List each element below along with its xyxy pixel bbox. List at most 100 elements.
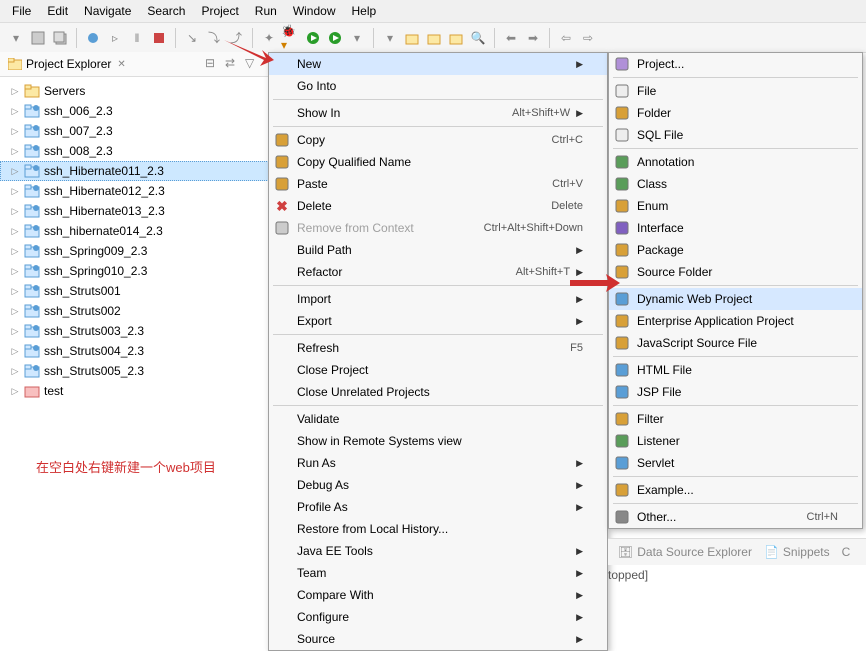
menu-item-copy-qualified-name[interactable]: Copy Qualified Name: [269, 151, 607, 173]
suspend-icon[interactable]: ‖: [127, 28, 147, 48]
tree-item-ssh-006-2-3[interactable]: ▷ssh_006_2.3: [0, 101, 269, 121]
menu-navigate[interactable]: Navigate: [78, 2, 137, 20]
menu-item-copy[interactable]: CopyCtrl+C: [269, 129, 607, 151]
menu-item-restore-from-local-history-[interactable]: Restore from Local History...: [269, 518, 607, 540]
menu-item-dynamic-web-project[interactable]: Dynamic Web Project: [609, 288, 862, 310]
expand-icon[interactable]: ▷: [10, 166, 20, 177]
menu-help[interactable]: Help: [346, 2, 383, 20]
menu-item-source[interactable]: Source▶: [269, 628, 607, 650]
tab-console[interactable]: C: [842, 545, 851, 559]
tree-item-ssh-hibernate011-2-3[interactable]: ▷ssh_Hibernate011_2.3: [0, 161, 269, 181]
menu-item-example-[interactable]: Example...: [609, 479, 862, 501]
tree-item-ssh-spring010-2-3[interactable]: ▷ssh_Spring010_2.3: [0, 261, 269, 281]
expand-icon[interactable]: ▷: [10, 206, 20, 217]
menu-item-go-into[interactable]: Go Into: [269, 75, 607, 97]
terminate-icon[interactable]: [149, 28, 169, 48]
menu-item-servlet[interactable]: Servlet: [609, 452, 862, 474]
expand-icon[interactable]: ▷: [10, 386, 20, 397]
resume-icon[interactable]: ▹: [105, 28, 125, 48]
debug-icon[interactable]: 🐞▾: [281, 28, 301, 48]
menu-item-other-[interactable]: Other...Ctrl+N: [609, 506, 862, 528]
project-tree[interactable]: ▷Servers▷ssh_006_2.3▷ssh_007_2.3▷ssh_008…: [0, 77, 269, 405]
menu-item-jsp-file[interactable]: JSP File: [609, 381, 862, 403]
expand-icon[interactable]: ▷: [10, 286, 20, 297]
expand-icon[interactable]: ▷: [10, 246, 20, 257]
menu-run[interactable]: Run: [249, 2, 283, 20]
menu-search[interactable]: Search: [141, 2, 191, 20]
menu-item-project-[interactable]: Project...: [609, 53, 862, 75]
menu-item-compare-with[interactable]: Compare With▶: [269, 584, 607, 606]
new-file-icon[interactable]: [424, 28, 444, 48]
menu-item-profile-as[interactable]: Profile As▶: [269, 496, 607, 518]
menu-item-folder[interactable]: Folder: [609, 102, 862, 124]
back-icon[interactable]: ⇦: [556, 28, 576, 48]
menu-edit[interactable]: Edit: [41, 2, 74, 20]
menu-item-class[interactable]: Class: [609, 173, 862, 195]
new-icon[interactable]: ▾: [6, 28, 26, 48]
menu-item-html-file[interactable]: HTML File: [609, 359, 862, 381]
tree-item-ssh-hibernate013-2-3[interactable]: ▷ssh_Hibernate013_2.3: [0, 201, 269, 221]
new-package-icon[interactable]: [402, 28, 422, 48]
menu-window[interactable]: Window: [287, 2, 342, 20]
search-icon[interactable]: 🔍: [468, 28, 488, 48]
tree-item-ssh-008-2-3[interactable]: ▷ssh_008_2.3: [0, 141, 269, 161]
menu-item-configure[interactable]: Configure▶: [269, 606, 607, 628]
menu-item-new[interactable]: New▶: [269, 53, 607, 75]
expand-icon[interactable]: ▷: [10, 306, 20, 317]
expand-icon[interactable]: ▷: [10, 186, 20, 197]
menu-project[interactable]: Project: [195, 2, 244, 20]
tree-item-ssh-spring009-2-3[interactable]: ▷ssh_Spring009_2.3: [0, 241, 269, 261]
save-all-icon[interactable]: [50, 28, 70, 48]
nav-prev-icon[interactable]: ⬅: [501, 28, 521, 48]
menu-item-close-unrelated-projects[interactable]: Close Unrelated Projects: [269, 381, 607, 403]
forward-icon[interactable]: ⇨: [578, 28, 598, 48]
menu-item-refresh[interactable]: RefreshF5: [269, 337, 607, 359]
menu-item-validate[interactable]: Validate: [269, 408, 607, 430]
menu-item-refactor[interactable]: RefactorAlt+Shift+T▶: [269, 261, 607, 283]
tree-item-ssh-struts003-2-3[interactable]: ▷ssh_Struts003_2.3: [0, 321, 269, 341]
expand-icon[interactable]: ▷: [10, 266, 20, 277]
skip-breakpoints-icon[interactable]: [83, 28, 103, 48]
menu-item-filter[interactable]: Filter: [609, 408, 862, 430]
save-icon[interactable]: [28, 28, 48, 48]
menu-item-paste[interactable]: PasteCtrl+V: [269, 173, 607, 195]
expand-icon[interactable]: ▷: [10, 346, 20, 357]
expand-icon[interactable]: ▷: [10, 106, 20, 117]
run-icon[interactable]: [303, 28, 323, 48]
ext-tools-icon[interactable]: ▾: [347, 28, 367, 48]
expand-icon[interactable]: ▷: [10, 146, 20, 157]
tree-item-ssh-007-2-3[interactable]: ▷ssh_007_2.3: [0, 121, 269, 141]
expand-icon[interactable]: ▷: [10, 126, 20, 137]
new-server-icon[interactable]: ▾: [380, 28, 400, 48]
step-over-icon[interactable]: ⤵: [204, 28, 224, 48]
menu-item-sql-file[interactable]: SQL File: [609, 124, 862, 146]
menu-item-team[interactable]: Team▶: [269, 562, 607, 584]
tree-item-ssh-struts001[interactable]: ▷ssh_Struts001: [0, 281, 269, 301]
tree-item-ssh-hibernate014-2-3[interactable]: ▷ssh_hibernate014_2.3: [0, 221, 269, 241]
menu-item-export[interactable]: Export▶: [269, 310, 607, 332]
close-view-icon[interactable]: ✕: [117, 59, 125, 70]
tree-item-ssh-hibernate012-2-3[interactable]: ▷ssh_Hibernate012_2.3: [0, 181, 269, 201]
tree-item-test[interactable]: ▷test: [0, 381, 269, 401]
menu-file[interactable]: File: [6, 2, 37, 20]
menu-item-show-in-remote-systems-view[interactable]: Show in Remote Systems view: [269, 430, 607, 452]
expand-icon[interactable]: ▷: [10, 86, 20, 97]
collapse-all-icon[interactable]: ⊟: [205, 56, 221, 72]
menu-item-debug-as[interactable]: Debug As▶: [269, 474, 607, 496]
menu-item-import[interactable]: Import▶: [269, 288, 607, 310]
new-folder-icon[interactable]: [446, 28, 466, 48]
menu-item-source-folder[interactable]: Source Folder: [609, 261, 862, 283]
expand-icon[interactable]: ▷: [10, 226, 20, 237]
tree-item-ssh-struts005-2-3[interactable]: ▷ssh_Struts005_2.3: [0, 361, 269, 381]
menu-item-show-in[interactable]: Show InAlt+Shift+W▶: [269, 102, 607, 124]
tree-item-ssh-struts004-2-3[interactable]: ▷ssh_Struts004_2.3: [0, 341, 269, 361]
menu-item-delete[interactable]: ✖DeleteDelete: [269, 195, 607, 217]
menu-item-java-ee-tools[interactable]: Java EE Tools▶: [269, 540, 607, 562]
menu-item-enum[interactable]: Enum: [609, 195, 862, 217]
menu-item-enterprise-application-project[interactable]: Enterprise Application Project: [609, 310, 862, 332]
step-into-icon[interactable]: ↘: [182, 28, 202, 48]
menu-item-annotation[interactable]: Annotation: [609, 151, 862, 173]
menu-item-run-as[interactable]: Run As▶: [269, 452, 607, 474]
expand-icon[interactable]: ▷: [10, 366, 20, 377]
menu-item-javascript-source-file[interactable]: JavaScript Source File: [609, 332, 862, 354]
